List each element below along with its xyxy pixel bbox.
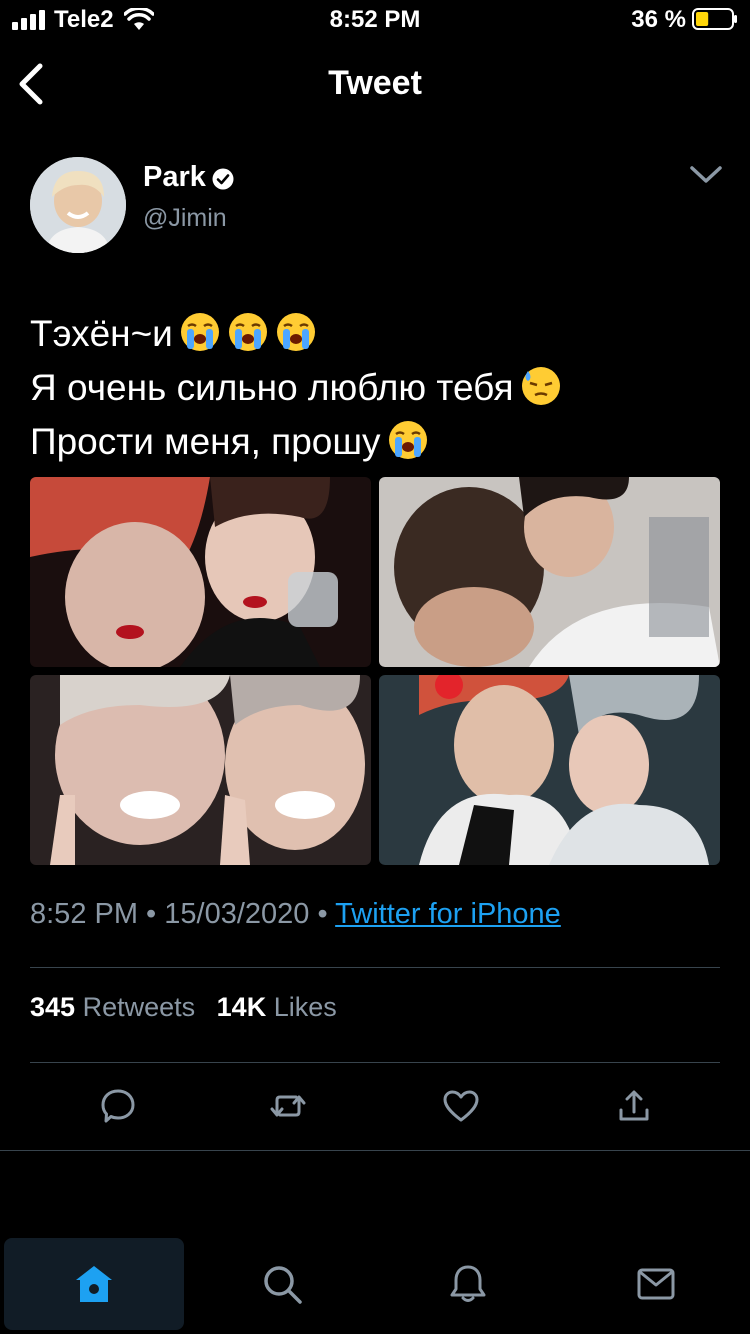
page-title: Tweet <box>328 64 422 102</box>
tab-search[interactable] <box>192 1238 372 1330</box>
author-name[interactable]: Park <box>143 161 206 194</box>
messages-icon <box>637 1268 675 1300</box>
tweet-stats: 345 Retweets 14K Likes <box>30 992 351 1023</box>
divider <box>30 1062 720 1063</box>
tweet-source-link[interactable]: Twitter for iPhone <box>335 898 561 930</box>
share-icon <box>619 1090 649 1121</box>
status-bar: Tele2 8:52 PM 36 % <box>0 0 750 40</box>
verified-badge-icon <box>212 168 234 190</box>
battery-icon <box>692 8 737 30</box>
chevron-down-icon[interactable] <box>688 160 724 188</box>
like-icon <box>443 1090 479 1122</box>
retweets-count[interactable]: 345 <box>30 992 75 1022</box>
likes-count[interactable]: 14K <box>217 992 267 1022</box>
retweets-label[interactable]: Retweets <box>83 992 196 1022</box>
likes-label[interactable]: Likes <box>274 992 337 1022</box>
search-icon <box>264 1266 302 1304</box>
share-button[interactable] <box>614 1086 654 1126</box>
tab-messages[interactable] <box>566 1238 746 1330</box>
loudly-crying-face-icon <box>388 421 427 459</box>
tweet-line-1-text: Тэхён~и <box>30 313 173 354</box>
divider <box>30 967 720 968</box>
tweet-line-1: Тэхён~и <box>30 307 730 361</box>
avatar[interactable] <box>30 157 126 253</box>
tweet-meta: 8:52 PM • 15/03/2020 • Twitter for iPhon… <box>30 898 561 931</box>
tab-notifications[interactable] <box>378 1238 558 1330</box>
divider <box>0 1150 750 1151</box>
loudly-crying-face-icon <box>228 313 267 351</box>
tweet-line-2-text: Я очень сильно люблю тебя <box>30 367 514 408</box>
tab-home[interactable] <box>4 1238 184 1330</box>
loudly-crying-face-icon <box>276 313 315 351</box>
tweet-photo-1[interactable] <box>30 477 371 667</box>
battery-percent: 36 % <box>631 6 686 33</box>
tweet-timestamp: 8:52 PM • 15/03/2020 • <box>30 898 336 930</box>
downcast-face-with-sweat-icon <box>521 367 560 405</box>
tweet-line-3-text: Прости меня, прошу <box>30 421 381 462</box>
reply-button[interactable] <box>98 1086 138 1126</box>
home-icon <box>76 1266 112 1302</box>
tweet-photo-4[interactable] <box>379 675 720 865</box>
tweet-line-2: Я очень сильно люблю тебя <box>30 361 730 415</box>
tweet-line-3: Прости меня, прошу <box>30 415 730 469</box>
tweet-text: Тэхён~и Я очень сильно люблю тебя Прости… <box>30 307 730 469</box>
like-button[interactable] <box>441 1086 481 1126</box>
author-handle[interactable]: @Jimin <box>143 204 227 233</box>
reply-icon <box>101 1089 135 1123</box>
tweet-photo-3[interactable] <box>30 675 371 865</box>
avatar-image <box>30 157 126 253</box>
retweet-icon <box>270 1095 306 1117</box>
tweet-photo-2[interactable] <box>379 477 720 667</box>
notifications-icon <box>450 1265 486 1302</box>
retweet-button[interactable] <box>268 1086 308 1126</box>
loudly-crying-face-icon <box>180 313 219 351</box>
